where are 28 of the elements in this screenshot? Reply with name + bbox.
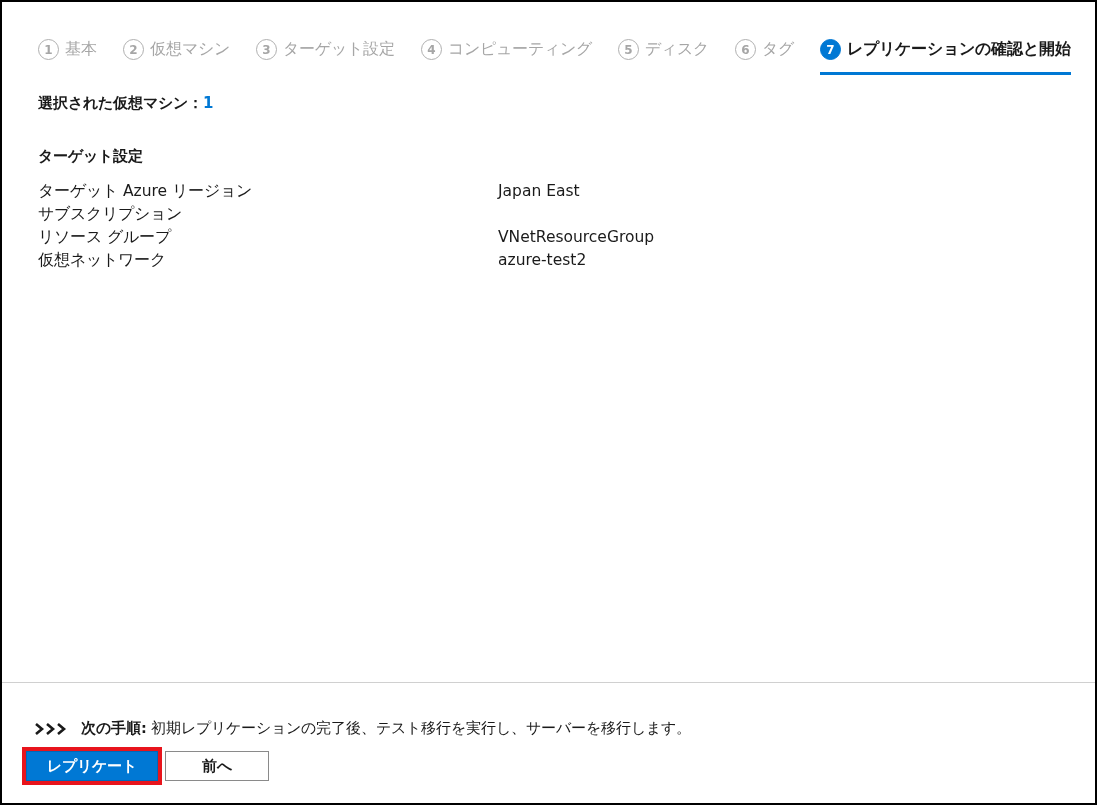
replicate-button[interactable]: レプリケート [26, 751, 158, 781]
wizard-step-tab[interactable]: 3 ターゲット設定 [256, 39, 395, 75]
step-number: 6 [735, 39, 756, 60]
step-number: 1 [38, 39, 59, 60]
section-title: ターゲット設定 [38, 147, 144, 166]
setting-label: サブスクリプション [38, 204, 183, 225]
step-number: 5 [618, 39, 639, 60]
wizard-step-tab[interactable]: 2 仮想マシン [123, 39, 230, 75]
setting-value: Japan East [498, 181, 581, 202]
wizard-step-tab[interactable]: 4 コンピューティング [421, 39, 592, 75]
step-number: 2 [123, 39, 144, 60]
setting-label: リソース グループ [38, 227, 173, 248]
step-number: 7 [820, 39, 841, 60]
setting-value: azure-test2 [498, 250, 588, 271]
wizard-step-tab[interactable]: 6 タグ [735, 39, 794, 75]
step-number: 3 [256, 39, 277, 60]
wizard-step-tab[interactable]: 7 レプリケーションの確認と開始 [820, 39, 1071, 75]
setting-label: ターゲット Azure リージョン [38, 181, 253, 202]
previous-button[interactable]: 前へ [165, 751, 269, 781]
setting-label: 仮想ネットワーク [38, 250, 167, 271]
selected-vm-count: 1 [203, 94, 214, 112]
step-number: 4 [421, 39, 442, 60]
triple-chevron-icon [34, 721, 67, 736]
selected-vm-label: 選択された仮想マシン： [38, 94, 203, 113]
setting-value: VNetResourceGroup [498, 227, 656, 248]
wizard-step-tab[interactable]: 1 基本 [38, 39, 97, 75]
next-step-text: 次の手順: 初期レプリケーションの完了後、テスト移行を実行し、サーバーを移行します。 [81, 719, 692, 738]
wizard-step-tab[interactable]: 5 ディスク [618, 39, 709, 75]
